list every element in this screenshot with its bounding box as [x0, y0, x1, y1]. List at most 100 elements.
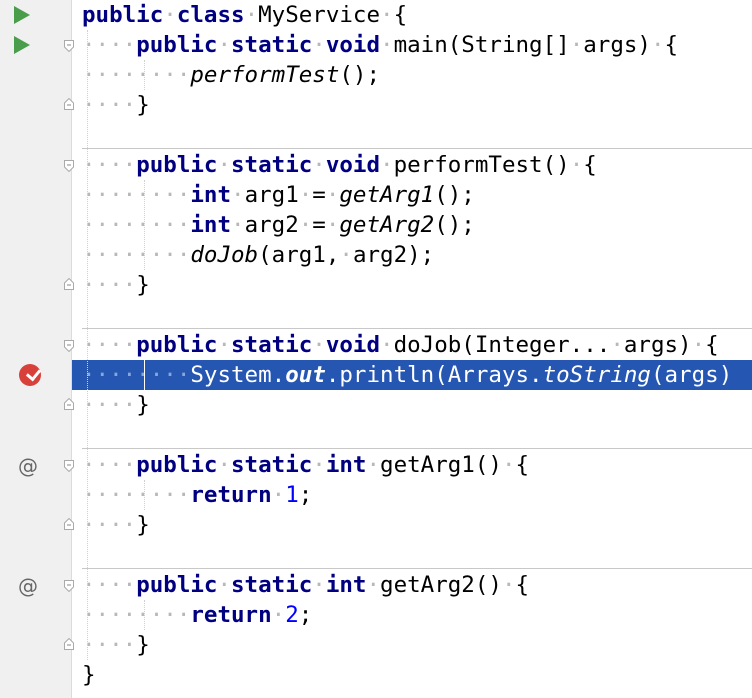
- whitespace-marker: ·: [312, 452, 326, 478]
- code-line[interactable]: ····public·static·void·main(String[]·arg…: [82, 30, 678, 60]
- fold-collapse-icon[interactable]: [64, 40, 74, 52]
- whitespace-marker: ·: [298, 182, 313, 208]
- fold-collapse-icon[interactable]: [64, 460, 74, 472]
- whitespace-marker: ·: [312, 32, 326, 58]
- whitespace-marker: ····: [82, 392, 137, 418]
- whitespace-marker: ········: [82, 602, 191, 628]
- code-token: static: [231, 452, 313, 478]
- code-token: getArg1: [339, 182, 435, 208]
- whitespace-marker: ····: [82, 92, 137, 118]
- whitespace-marker: ·: [569, 32, 584, 58]
- code-token: getArg2: [339, 212, 435, 238]
- whitespace-marker: ····: [82, 632, 137, 658]
- code-token: int: [190, 182, 232, 208]
- code-token: void: [325, 152, 381, 178]
- indent-guide: [144, 480, 145, 510]
- whitespace-marker: ····: [82, 572, 137, 598]
- fold-collapse-icon[interactable]: [64, 580, 74, 592]
- whitespace-marker: ·: [339, 242, 353, 268]
- code-line[interactable]: }: [82, 660, 96, 690]
- whitespace-marker: ·: [380, 32, 394, 58]
- code-token: public: [136, 152, 218, 178]
- fold-end-icon[interactable]: [64, 518, 74, 530]
- indent-guide: [144, 60, 145, 90]
- fold-end-icon[interactable]: [64, 398, 74, 410]
- code-line[interactable]: ····}: [82, 90, 150, 120]
- code-token: static: [231, 152, 313, 178]
- indent-guide: [144, 360, 145, 390]
- code-token: static: [231, 572, 313, 598]
- code-line[interactable]: ····public·static·void·performTest()·{: [82, 150, 597, 180]
- code-token: }: [136, 392, 150, 418]
- code-line-breakpoint[interactable]: ········System.out.println(Arrays.toStri…: [72, 360, 752, 390]
- whitespace-marker: ·: [501, 452, 516, 478]
- code-token: static: [231, 32, 313, 58]
- code-line[interactable]: ····}: [82, 630, 150, 660]
- whitespace-marker: ·: [501, 572, 516, 598]
- code-token: System.: [190, 362, 286, 388]
- code-token: ;: [298, 602, 313, 628]
- method-separator: [82, 448, 752, 449]
- code-token: ();: [339, 62, 381, 88]
- fold-collapse-icon[interactable]: [64, 160, 74, 172]
- code-line[interactable]: ····}: [82, 390, 150, 420]
- whitespace-marker: ·: [380, 332, 394, 358]
- whitespace-marker: ·: [163, 2, 177, 28]
- whitespace-marker: ····: [82, 152, 137, 178]
- fold-collapse-icon[interactable]: [64, 340, 74, 352]
- code-token: =: [312, 212, 326, 238]
- code-line[interactable]: ········doJob(arg1,·arg2);: [82, 240, 434, 270]
- code-token: toString: [542, 362, 651, 388]
- whitespace-marker: ·: [217, 572, 232, 598]
- code-line[interactable]: ····public·static·int·getArg1()·{: [82, 450, 529, 480]
- code-token: arg1: [244, 182, 299, 208]
- whitespace-marker: ·: [610, 332, 624, 358]
- code-line[interactable]: ········return·2;: [82, 600, 312, 630]
- code-token: public: [136, 452, 218, 478]
- indent-guide: [87, 30, 88, 660]
- whitespace-marker: ·: [217, 32, 232, 58]
- code-token: out: [285, 362, 326, 388]
- code-line[interactable]: ········int·arg1·=·getArg1();: [82, 180, 475, 210]
- code-token: doJob: [190, 242, 259, 268]
- method-separator: [82, 328, 752, 329]
- code-token: void: [325, 32, 381, 58]
- code-token: return: [190, 602, 272, 628]
- implements-method-icon[interactable]: @: [18, 454, 38, 478]
- code-token: (arg1,: [258, 242, 340, 268]
- whitespace-marker: ·: [380, 2, 394, 28]
- code-token: void: [325, 332, 381, 358]
- code-token: arg2: [244, 212, 299, 238]
- code-token: {: [515, 452, 530, 478]
- whitespace-marker: ·: [325, 182, 340, 208]
- code-line[interactable]: ····}: [82, 270, 150, 300]
- code-token: class: [176, 2, 245, 28]
- run-class-icon[interactable]: [14, 6, 30, 24]
- indent-guide: [144, 180, 145, 270]
- run-main-icon[interactable]: [14, 36, 30, 54]
- whitespace-marker: ·: [217, 452, 232, 478]
- fold-end-icon[interactable]: [64, 98, 74, 110]
- code-line[interactable]: ········performTest();: [82, 60, 380, 90]
- code-token: return: [190, 482, 272, 508]
- code-line[interactable]: ········int·arg2·=·getArg2();: [82, 210, 475, 240]
- code-line[interactable]: ····public·static·int·getArg2()·{: [82, 570, 529, 600]
- code-token: }: [136, 512, 150, 538]
- verified-breakpoint-icon[interactable]: [19, 364, 42, 386]
- code-line[interactable]: ····}: [82, 510, 150, 540]
- code-token: }: [82, 662, 96, 688]
- implements-method-icon[interactable]: @: [18, 574, 38, 598]
- code-line[interactable]: ····public·static·void·doJob(Integer...·…: [82, 330, 719, 360]
- fold-end-icon[interactable]: [64, 638, 74, 650]
- code-line[interactable]: ········return·1;: [82, 480, 312, 510]
- whitespace-marker: ·: [312, 572, 326, 598]
- whitespace-marker: ········: [82, 182, 191, 208]
- code-token: ();: [434, 182, 475, 208]
- code-line[interactable]: public·class·MyService·{: [82, 0, 407, 30]
- fold-end-icon[interactable]: [64, 278, 74, 290]
- whitespace-marker: ········: [82, 212, 191, 238]
- whitespace-marker: ·: [380, 152, 394, 178]
- whitespace-marker: ·: [312, 152, 326, 178]
- whitespace-marker: ·: [325, 212, 340, 238]
- whitespace-marker: ·: [231, 212, 245, 238]
